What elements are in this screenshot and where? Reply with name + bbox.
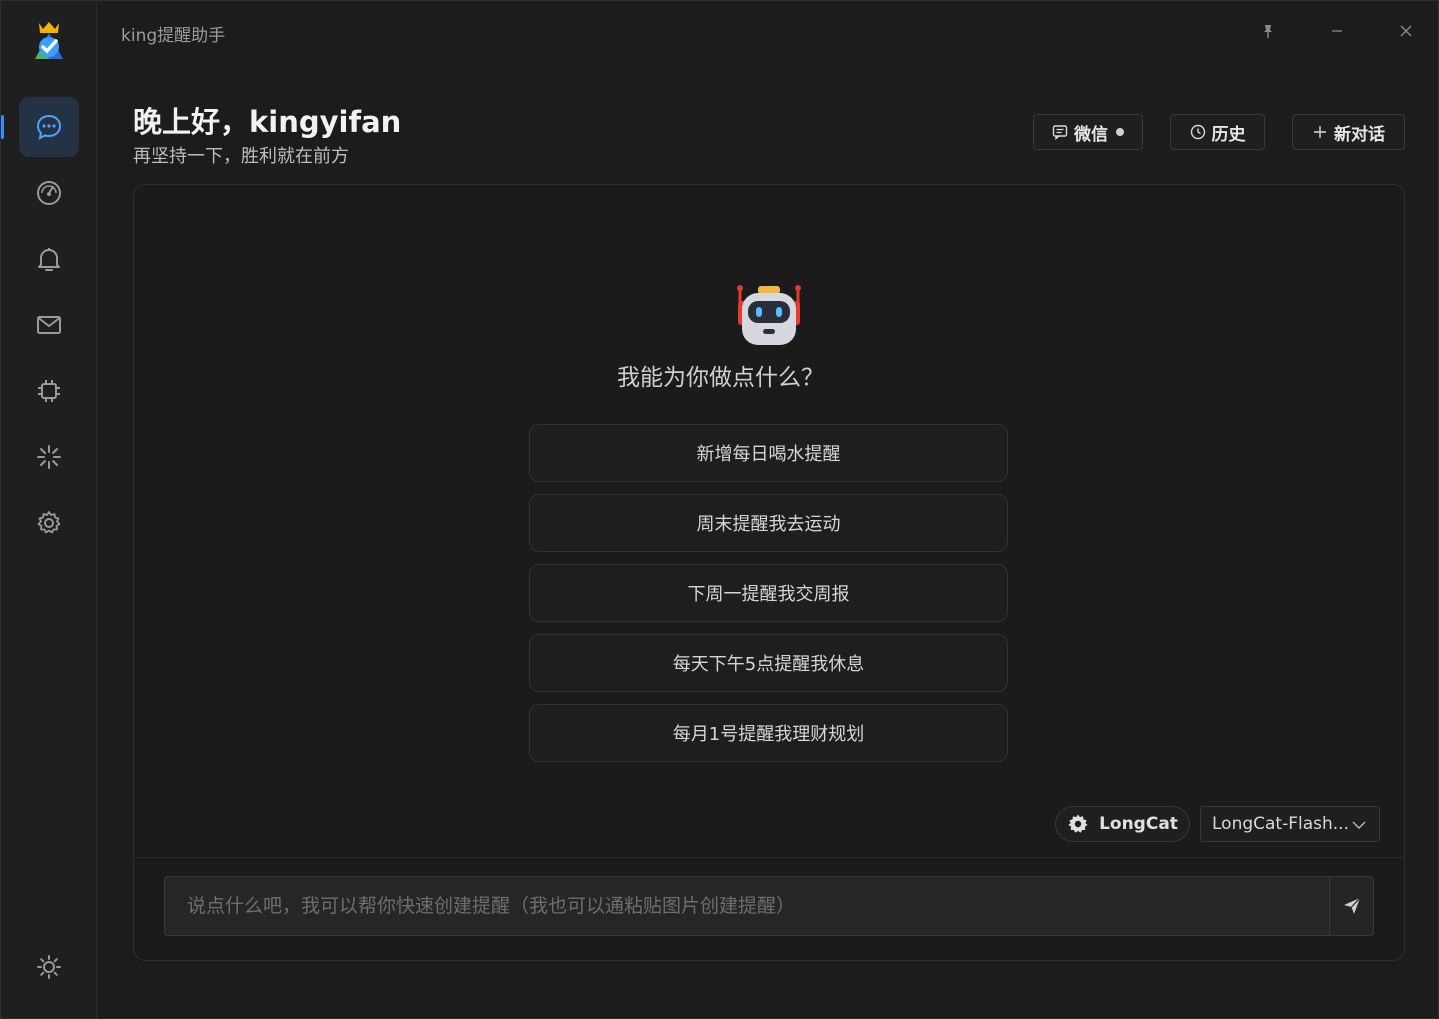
theme-toggle-button[interactable] xyxy=(33,951,65,983)
close-icon xyxy=(1400,25,1412,37)
app-window: king提醒助手 晚上好，kingyifan 再坚持一下，胜利就在前方 微信 历… xyxy=(0,0,1439,1019)
history-button[interactable]: 历史 xyxy=(1170,114,1265,150)
mail-icon xyxy=(37,316,61,334)
pin-icon xyxy=(1264,25,1272,38)
active-nav-indicator xyxy=(1,115,4,139)
suggestion-button[interactable]: 每月1号提醒我理财规划 xyxy=(529,704,1008,762)
chevron-down-icon xyxy=(1352,821,1366,829)
sun-icon xyxy=(37,955,61,979)
sidebar-item-sparkle[interactable] xyxy=(19,427,79,487)
robot-icon xyxy=(734,281,804,351)
close-button[interactable] xyxy=(1394,19,1418,43)
send-icon xyxy=(1343,897,1360,914)
wechat-label: 微信 xyxy=(1074,124,1108,145)
model-select[interactable]: LongCat-Flash... xyxy=(1200,806,1380,842)
gauge-icon xyxy=(37,181,61,205)
suggestion-button[interactable]: 新增每日喝水提醒 xyxy=(529,424,1008,482)
minimize-button[interactable] xyxy=(1325,19,1349,43)
settings-icon xyxy=(37,511,61,534)
assistant-prompt: 我能为你做点什么？ xyxy=(617,365,824,391)
clock-icon xyxy=(1190,124,1205,140)
wechat-status-dot xyxy=(1116,128,1124,136)
app-logo-icon xyxy=(29,19,69,63)
sidebar-item-settings[interactable] xyxy=(19,493,79,553)
input-divider xyxy=(134,857,1404,858)
sparkle-icon xyxy=(37,445,61,469)
suggestion-button[interactable]: 每天下午5点提醒我休息 xyxy=(529,634,1008,692)
suggestion-button[interactable]: 下周一提醒我交周报 xyxy=(529,564,1008,622)
sidebar-item-mail[interactable] xyxy=(19,295,79,355)
greeting-subtitle: 再坚持一下，胜利就在前方 xyxy=(133,146,349,167)
window-title: king提醒助手 xyxy=(121,26,226,46)
plus-icon xyxy=(1314,126,1326,138)
sidebar-item-dashboard[interactable] xyxy=(19,163,79,223)
bell-icon xyxy=(38,248,60,271)
history-label: 历史 xyxy=(1211,124,1246,145)
chat-icon xyxy=(36,114,62,140)
gear-icon xyxy=(1068,814,1088,833)
sidebar-item-reminders[interactable] xyxy=(19,229,79,289)
new-chat-button[interactable]: 新对话 xyxy=(1292,114,1405,150)
sidebar-item-chat[interactable] xyxy=(19,97,79,157)
suggestion-button[interactable]: 周末提醒我去运动 xyxy=(529,494,1008,552)
provider-label: LongCat xyxy=(1099,814,1178,834)
wechat-button[interactable]: 微信 xyxy=(1033,114,1143,150)
greeting-title: 晚上好，kingyifan xyxy=(133,105,402,139)
chat-input[interactable] xyxy=(164,876,1330,936)
new-chat-label: 新对话 xyxy=(1334,124,1385,145)
model-select-value: LongCat-Flash... xyxy=(1212,814,1349,834)
sidebar xyxy=(1,1,97,1018)
pin-button[interactable] xyxy=(1256,19,1280,43)
message-icon xyxy=(1052,125,1068,140)
provider-button[interactable]: LongCat xyxy=(1055,806,1190,842)
minimize-icon xyxy=(1332,30,1342,32)
send-button[interactable] xyxy=(1329,876,1374,936)
